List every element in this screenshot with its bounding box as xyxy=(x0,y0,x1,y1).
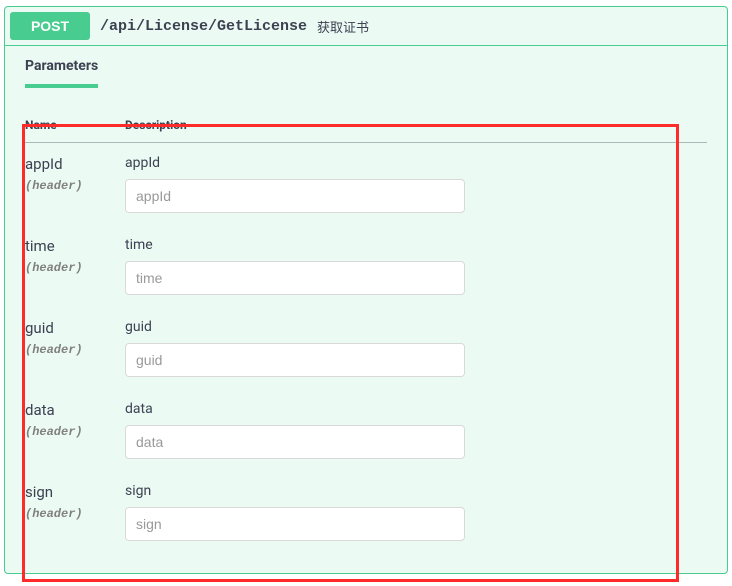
param-name: appId xyxy=(25,155,125,173)
param-in-label: (header) xyxy=(25,425,125,439)
parameters-container: Name Description appId(header)appIdtime(… xyxy=(5,88,727,573)
param-name: data xyxy=(25,401,125,419)
param-in-label: (header) xyxy=(25,343,125,357)
table-row: guid(header)guid xyxy=(25,307,707,389)
param-input-time[interactable] xyxy=(125,261,465,295)
param-in-label: (header) xyxy=(25,179,125,193)
param-description: appId xyxy=(125,155,707,171)
param-desc-cell: data xyxy=(125,389,707,471)
param-name-cell: guid (header) xyxy=(25,307,125,389)
param-in-label: (header) xyxy=(25,507,125,521)
table-header-name: Name xyxy=(25,108,125,143)
param-input-sign[interactable] xyxy=(125,507,465,541)
param-desc-cell: appId xyxy=(125,143,707,226)
table-row: sign(header)sign xyxy=(25,471,707,553)
param-input-appId[interactable] xyxy=(125,179,465,213)
parameters-table: Name Description appId(header)appIdtime(… xyxy=(25,108,707,553)
param-in-label: (header) xyxy=(25,261,125,275)
param-name: guid xyxy=(25,319,125,337)
operation-summary-row[interactable]: POST /api/License/GetLicense 获取证书 xyxy=(5,7,727,46)
param-name: sign xyxy=(25,483,125,501)
param-description: guid xyxy=(125,319,707,335)
table-row: appId(header)appId xyxy=(25,143,707,226)
operation-body: Parameters Name Description appId(header… xyxy=(5,46,727,573)
param-input-data[interactable] xyxy=(125,425,465,459)
param-desc-cell: sign xyxy=(125,471,707,553)
param-name-cell: sign (header) xyxy=(25,471,125,553)
table-row: time(header)time xyxy=(25,225,707,307)
param-name-cell: appId (header) xyxy=(25,143,125,226)
http-method-badge: POST xyxy=(10,12,90,40)
param-name-cell: data (header) xyxy=(25,389,125,471)
param-description: sign xyxy=(125,483,707,499)
param-name-cell: time (header) xyxy=(25,225,125,307)
tab-parameters[interactable]: Parameters xyxy=(25,58,98,88)
param-description: data xyxy=(125,401,707,417)
table-row: data(header)data xyxy=(25,389,707,471)
operation-block: POST /api/License/GetLicense 获取证书 Parame… xyxy=(4,6,728,574)
param-description: time xyxy=(125,237,707,253)
param-name: time xyxy=(25,237,125,255)
param-input-guid[interactable] xyxy=(125,343,465,377)
table-header-description: Description xyxy=(125,108,707,143)
endpoint-path: /api/License/GetLicense xyxy=(100,18,307,35)
endpoint-summary: 获取证书 xyxy=(317,17,369,36)
param-desc-cell: guid xyxy=(125,307,707,389)
tab-header: Parameters xyxy=(5,46,727,88)
param-desc-cell: time xyxy=(125,225,707,307)
